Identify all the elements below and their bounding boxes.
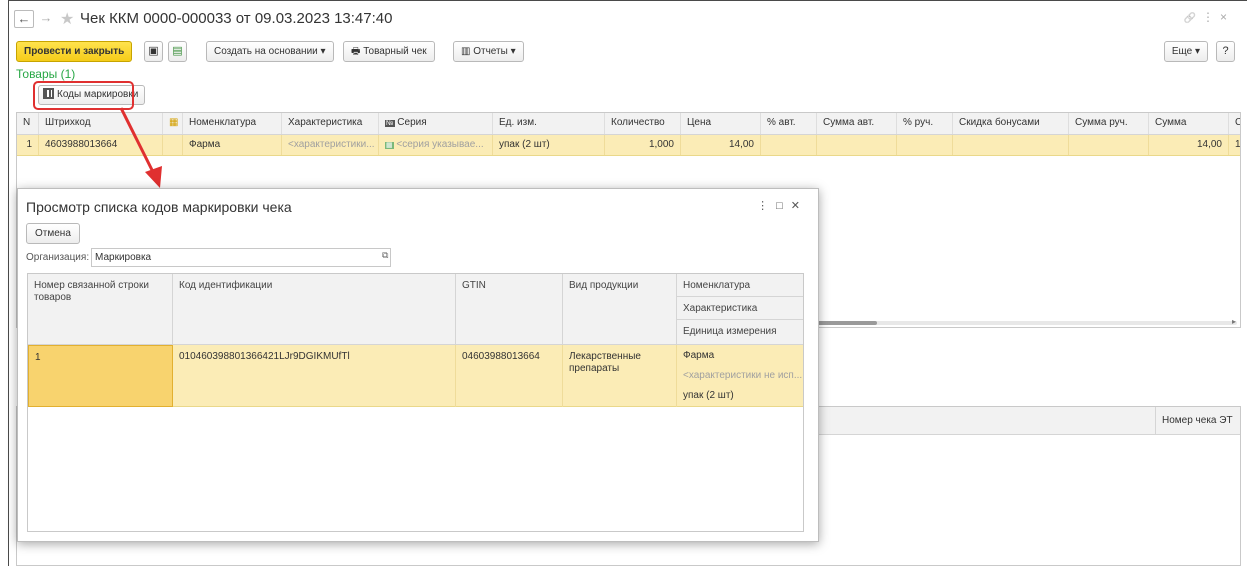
- table-row[interactable]: 1 4603988013664 Фарма <характеристики...…: [17, 135, 1240, 156]
- row-picture: [163, 135, 183, 155]
- col-series-label: Серия: [397, 117, 427, 128]
- back-button[interactable]: ←: [14, 10, 34, 28]
- reports-button[interactable]: ▥ Отчеты ▾: [453, 41, 524, 62]
- col-id-code[interactable]: Код идентификации: [173, 274, 456, 345]
- sales-receipt-label: Товарный чек: [363, 46, 427, 57]
- marking-codes-dialog: Просмотр списка кодов маркировки чека ⋮□…: [17, 188, 819, 542]
- cancel-button[interactable]: Отмена: [26, 223, 80, 244]
- annotation-highlight-box: [33, 81, 134, 110]
- open-icon[interactable]: ⧉: [382, 250, 388, 261]
- unit-cell[interactable]: упак (2 шт): [677, 386, 803, 406]
- row-barcode[interactable]: 4603988013664: [39, 135, 163, 155]
- create-based-on-button[interactable]: Создать на основании ▾: [206, 41, 334, 62]
- window-controls: 🔗⋮×: [1184, 10, 1233, 24]
- col-unit[interactable]: Ед. изм.: [493, 113, 605, 134]
- forward-button[interactable]: →: [36, 10, 56, 28]
- table-row[interactable]: 1 010460398801366421LJr9DGIKMUfTl 046039…: [28, 345, 803, 407]
- row-characteristic[interactable]: <характеристики...: [282, 135, 379, 155]
- post-document-icon: ▤: [172, 45, 183, 57]
- row-nomenclature[interactable]: Фарма: [183, 135, 282, 155]
- printer-icon: 🖶: [351, 46, 364, 57]
- col-gtin[interactable]: GTIN: [456, 274, 563, 345]
- organization-label: Организация:: [26, 252, 90, 263]
- row-auto-sum: [817, 135, 897, 155]
- row-unit[interactable]: упак (2 шт): [493, 135, 605, 155]
- sales-receipt-button[interactable]: 🖶 Товарный чек: [343, 41, 435, 62]
- dialog-title: Просмотр списка кодов маркировки чека: [26, 199, 292, 215]
- reports-label: Отчеты ▾: [473, 46, 516, 57]
- col-nomenclature[interactable]: Номенклатура: [677, 274, 803, 297]
- col-auto-sum[interactable]: Сумма авт.: [817, 113, 897, 134]
- col-characteristic[interactable]: Характеристика: [677, 297, 803, 320]
- col-nomenclature[interactable]: Номенклатура: [183, 113, 282, 134]
- horizontal-scrollbar[interactable]: [797, 321, 1237, 325]
- nomenclature-cell[interactable]: Фарма: [677, 346, 803, 366]
- row-sum: 14,00: [1149, 135, 1229, 155]
- gtin-cell[interactable]: 04603988013664: [456, 345, 563, 407]
- row-extra: 12: [1229, 135, 1240, 155]
- characteristic-cell[interactable]: <характеристики не исп...: [677, 366, 803, 386]
- col-n[interactable]: N: [17, 113, 39, 134]
- marking-codes-table[interactable]: Номер связанной строки товаров Код идент…: [27, 273, 804, 532]
- col-manual-percent[interactable]: % руч.: [897, 113, 953, 134]
- post-and-close-button[interactable]: Провести и закрыть: [16, 41, 133, 62]
- series-icon: №: [385, 120, 395, 127]
- favorite-star-icon[interactable]: ★: [60, 9, 74, 29]
- series-edit-icon[interactable]: ▦: [385, 142, 394, 149]
- row-price[interactable]: 14,00: [681, 135, 761, 155]
- help-button[interactable]: ?: [1216, 41, 1235, 62]
- col-unit[interactable]: Единица измерения: [677, 320, 803, 343]
- save-button[interactable]: ▣: [144, 41, 163, 62]
- col-product-type[interactable]: Вид продукции: [563, 274, 677, 345]
- more-button[interactable]: Еще ▾: [1163, 41, 1208, 62]
- goods-section-title[interactable]: Товары (1): [16, 67, 75, 81]
- col-sum[interactable]: Сумма: [1149, 113, 1229, 134]
- col-picture[interactable]: ▦: [163, 113, 183, 134]
- col-extra[interactable]: С: [1229, 113, 1240, 134]
- picture-icon: ▦: [169, 117, 179, 128]
- post-button[interactable]: ▤: [168, 41, 187, 62]
- close-icon[interactable]: ✕: [791, 200, 808, 212]
- toolbar: Провести и закрыть ▣ ▤ Создать на основа…: [16, 41, 1241, 63]
- product-type-cell[interactable]: Лекарственные препараты: [563, 345, 677, 407]
- col-row-number[interactable]: Номер связанной строки товаров: [28, 274, 173, 345]
- col-characteristic[interactable]: Характеристика: [282, 113, 379, 134]
- scroll-right-icon[interactable]: ▸: [1232, 317, 1236, 326]
- row-auto-percent: [761, 135, 817, 155]
- link-icon[interactable]: 🔗: [1184, 13, 1202, 24]
- col-barcode[interactable]: Штрихкод: [39, 113, 163, 134]
- save-icon: ▣: [148, 45, 159, 57]
- row-quantity[interactable]: 1,000: [605, 135, 681, 155]
- organization-field[interactable]: Маркировка: [91, 248, 391, 267]
- col-series[interactable]: № Серия: [379, 113, 493, 134]
- close-icon[interactable]: ×: [1220, 10, 1233, 24]
- dialog-controls: ⋮□✕: [757, 199, 808, 212]
- col-bonus-discount[interactable]: Скидка бонусами: [953, 113, 1069, 134]
- id-code-cell[interactable]: 010460398801366421LJr9DGIKMUfTl: [173, 345, 456, 407]
- row-n: 1: [17, 135, 39, 155]
- reports-icon: ▥: [461, 46, 474, 57]
- col-receipt-number[interactable]: Номер чека ЭТ: [1155, 407, 1240, 435]
- row-manual-sum[interactable]: [1069, 135, 1149, 155]
- col-auto-percent[interactable]: % авт.: [761, 113, 817, 134]
- maximize-icon[interactable]: □: [776, 200, 791, 212]
- menu-icon[interactable]: ⋮: [1202, 10, 1220, 24]
- menu-icon[interactable]: ⋮: [757, 200, 776, 212]
- goods-table-header: N Штрихкод ▦ Номенклатура Характеристика…: [17, 113, 1240, 135]
- col-group-nomenclature: Номенклатура Характеристика Единица изме…: [677, 274, 803, 345]
- title-bar: ← → ★ Чек ККМ 0000-000033 от 09.03.2023 …: [8, 6, 1233, 32]
- row-number-cell[interactable]: 1: [28, 345, 173, 407]
- row-series[interactable]: ▦ <серия указывае...: [379, 135, 493, 155]
- row-series-text: <серия указывае...: [396, 139, 484, 150]
- row-bonus-discount: [953, 135, 1069, 155]
- col-manual-sum[interactable]: Сумма руч.: [1069, 113, 1149, 134]
- marking-table-header: Номер связанной строки товаров Код идент…: [28, 274, 803, 345]
- document-title: Чек ККМ 0000-000033 от 09.03.2023 13:47:…: [80, 10, 393, 27]
- col-quantity[interactable]: Количество: [605, 113, 681, 134]
- col-price[interactable]: Цена: [681, 113, 761, 134]
- row-manual-percent[interactable]: [897, 135, 953, 155]
- nomenclature-group-cell: Фарма <характеристики не исп... упак (2 …: [677, 345, 803, 407]
